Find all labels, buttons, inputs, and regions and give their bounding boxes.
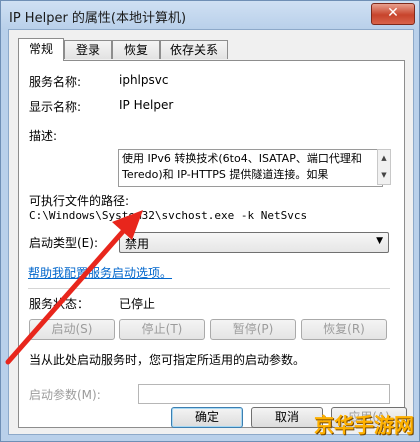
arrow-shaft (5, 225, 129, 365)
tab-general[interactable]: 常规 (18, 38, 64, 61)
watermark-logo: 京华手游网 (314, 413, 414, 437)
red-annotation-arrow (5, 210, 143, 365)
